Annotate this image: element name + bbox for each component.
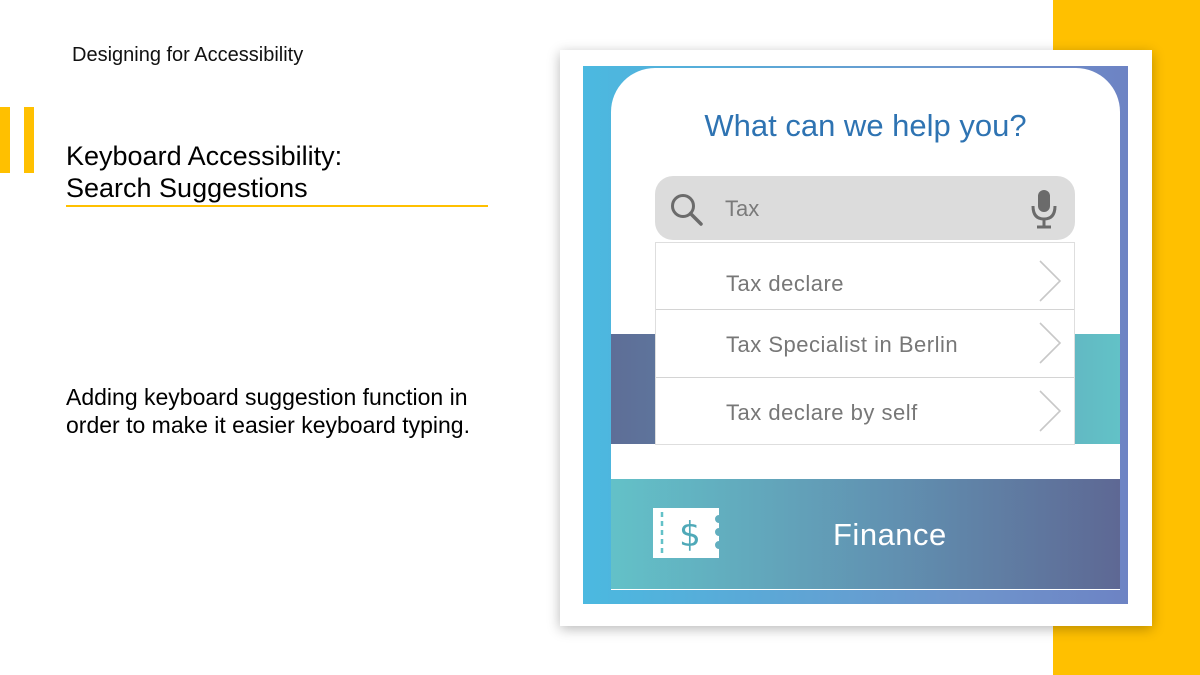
suggestion-item[interactable]: Tax declare by self [656, 378, 1074, 444]
chevron-right-icon [1038, 259, 1062, 308]
finance-label: Finance [833, 517, 947, 552]
suggestion-label: Tax declare [726, 271, 845, 296]
dollar-ticket-icon: $ [653, 508, 723, 563]
slide-kicker: Designing for Accessibility [72, 44, 304, 66]
slide-title: Keyboard Accessibility: Search Suggestio… [66, 140, 342, 204]
search-input[interactable]: Tax [725, 196, 759, 222]
suggestion-item[interactable]: Tax declare [656, 243, 1074, 310]
suggestion-label: Tax Specialist in Berlin [726, 332, 959, 357]
finance-category[interactable]: $ Finance [611, 479, 1120, 589]
microphone-icon[interactable] [1029, 188, 1059, 235]
app-screen: What can we help you? Tax Tax declare Ta… [583, 66, 1128, 604]
search-icon [669, 192, 705, 233]
slide-title-line1: Keyboard Accessibility: [66, 141, 343, 171]
chevron-right-icon [1038, 321, 1062, 370]
accent-bar-left [0, 107, 10, 173]
accent-bar-right [24, 107, 34, 173]
chevron-right-icon [1038, 389, 1062, 438]
help-heading: What can we help you? [704, 108, 1027, 143]
slide-title-line2: Search Suggestions [66, 173, 308, 203]
search-bar[interactable]: Tax [655, 176, 1075, 240]
suggestion-label: Tax declare by self [726, 400, 918, 425]
title-underline [66, 205, 488, 207]
suggestion-item[interactable]: Tax Specialist in Berlin [656, 310, 1074, 378]
suggestion-list: Tax declare Tax Specialist in Berlin Tax… [655, 242, 1075, 445]
slide-body-text: Adding keyboard suggestion function in o… [66, 384, 470, 438]
svg-text:$: $ [679, 515, 701, 555]
